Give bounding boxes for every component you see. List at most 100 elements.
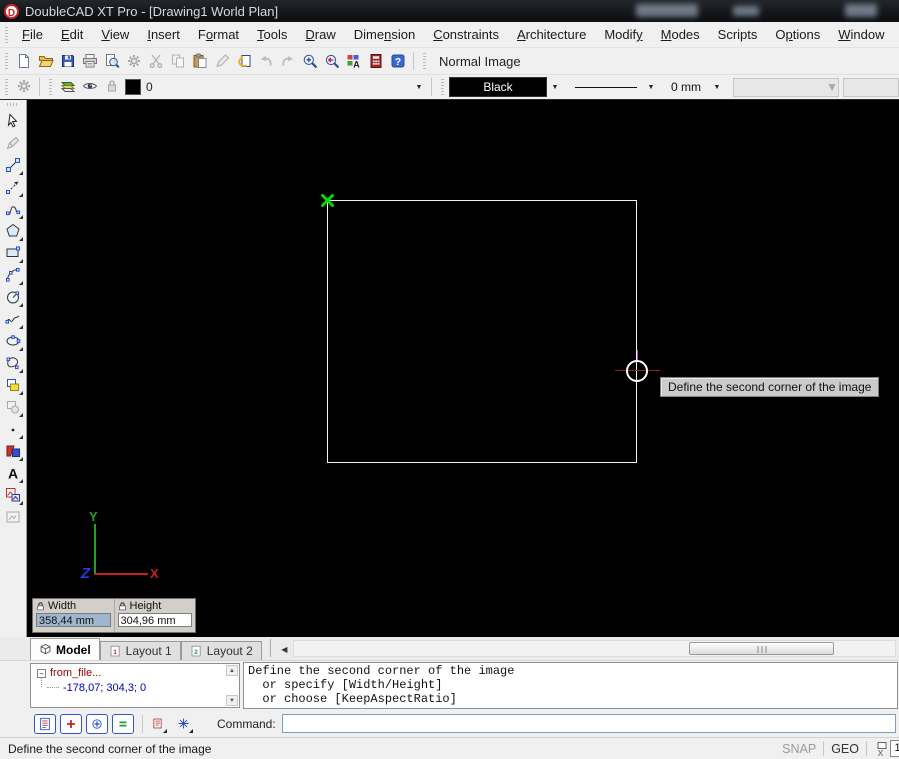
tree-root-row[interactable]: − from_file... (37, 667, 239, 679)
tree-child-row[interactable]: -178,07; 304,3; 0 (37, 682, 239, 694)
menu-item-insert[interactable]: Insert (138, 23, 189, 46)
layer-visibility-button[interactable] (79, 76, 101, 98)
sheet-tab-bar: Model1Layout 12Layout 2 ◀ (0, 637, 899, 661)
scrollbar-thumb[interactable] (689, 642, 834, 655)
snap-toggle[interactable]: SNAP (782, 742, 816, 756)
flyout-corner-icon (19, 281, 23, 285)
insert-image-tool-button[interactable] (2, 484, 24, 506)
pen-color-combo[interactable]: Black ▼ (449, 77, 563, 98)
drawing-canvas[interactable]: Define the second corner of the image Y … (27, 100, 899, 637)
height-input[interactable]: 304,96 mm (118, 613, 193, 627)
geo-toggle[interactable]: GEO (831, 742, 859, 756)
prompt-menu-button[interactable] (147, 714, 167, 734)
rectangle-tool-button[interactable] (2, 242, 24, 264)
lock-icon[interactable] (118, 602, 127, 611)
new-document-icon (16, 53, 32, 69)
menu-item-options[interactable]: Options (766, 23, 829, 46)
layers-button[interactable] (57, 76, 79, 98)
history-list-button[interactable] (34, 714, 56, 734)
app-logo-icon[interactable]: D (4, 4, 19, 19)
calculator-button[interactable] (365, 50, 387, 72)
chevron-down-icon[interactable]: ▼ (709, 78, 725, 97)
tab-layout-1[interactable]: 1Layout 1 (100, 641, 181, 660)
help-button[interactable]: ? (387, 50, 409, 72)
cursor-tooltip: Define the second corner of the image (660, 377, 879, 397)
tab-model[interactable]: Model (30, 638, 100, 660)
menu-item-help[interactable]: Help (893, 23, 899, 46)
closed-spline-tool-button[interactable] (2, 352, 24, 374)
save-button[interactable] (57, 50, 79, 72)
menu-item-edit[interactable]: Edit (52, 23, 92, 46)
menu-item-window[interactable]: Window (829, 23, 893, 46)
line-style-combo[interactable]: ▼ (569, 77, 659, 98)
menu-item-tools[interactable]: Tools (248, 23, 296, 46)
zoom-window-button[interactable] (299, 50, 321, 72)
open-file-button[interactable] (35, 50, 57, 72)
command-input[interactable] (282, 714, 896, 733)
hatch-tool-button[interactable] (2, 440, 24, 462)
tree-connector (47, 687, 59, 689)
lock-icon[interactable] (36, 602, 45, 611)
chevron-down-icon[interactable]: ▼ (547, 78, 563, 97)
tree-child-label[interactable]: -178,07; 304,3; 0 (63, 682, 146, 694)
svg-text:A: A (353, 60, 360, 70)
menu-item-architecture[interactable]: Architecture (508, 23, 595, 46)
chevron-down-icon: ▼ (826, 80, 838, 94)
circle-tool-button[interactable] (2, 286, 24, 308)
width-input[interactable]: 358,44 mm (36, 613, 111, 627)
menu-item-modes[interactable]: Modes (652, 23, 709, 46)
prompt-line: or specify [Width/Height] (248, 678, 893, 692)
menu-item-modify[interactable]: Modify (595, 23, 651, 46)
menu-item-view[interactable]: View (92, 23, 138, 46)
copy-entities-tool-button[interactable] (2, 374, 24, 396)
polyline-tool-button[interactable] (2, 176, 24, 198)
flyout-corner-icon (19, 501, 23, 505)
line-tool-button[interactable] (2, 154, 24, 176)
flyout-corner-icon (163, 729, 167, 733)
print-button[interactable] (79, 50, 101, 72)
menu-item-scripts[interactable]: Scripts (709, 23, 767, 46)
insert-point-button[interactable] (86, 714, 108, 734)
add-red-plus-button[interactable] (60, 714, 82, 734)
chevron-down-icon[interactable]: ▼ (411, 78, 427, 97)
menu-item-dimension[interactable]: Dimension (345, 23, 424, 46)
equals-button[interactable] (112, 714, 134, 734)
tree-root-label[interactable]: from_file... (50, 667, 101, 679)
text-tool-button[interactable]: A (2, 462, 24, 484)
command-history-tree[interactable]: − from_file... -178,07; 304,3; 0 ▲ ▼ (30, 663, 240, 708)
toolbar-grip (5, 53, 8, 69)
point-tool-button[interactable] (2, 418, 24, 440)
style-palette-button[interactable]: A (343, 50, 365, 72)
arc-tool-button[interactable] (2, 264, 24, 286)
tree-scroll-down-button[interactable]: ▼ (226, 695, 238, 706)
zoom-previous-button[interactable] (321, 50, 343, 72)
menu-item-format[interactable]: Format (189, 23, 248, 46)
line-width-combo[interactable]: 0 mm ▼ (663, 77, 725, 98)
chevron-down-icon[interactable]: ▼ (643, 78, 659, 97)
menu-item-file[interactable]: File (13, 23, 52, 46)
paste-button[interactable] (189, 50, 211, 72)
drawing-toolbar: A (0, 100, 27, 637)
zoom-window-icon (302, 53, 318, 69)
ellipse-tool-button[interactable] (2, 330, 24, 352)
new-document-button[interactable] (13, 50, 35, 72)
cut-icon (148, 53, 164, 69)
snap-star-button[interactable] (173, 714, 193, 734)
menu-item-constraints[interactable]: Constraints (424, 23, 508, 46)
polygon-tool-button[interactable] (2, 220, 24, 242)
coordinate-fields-icon[interactable]: X (874, 741, 890, 757)
tab-layout-2[interactable]: 2Layout 2 (181, 641, 262, 660)
flyout-corner-icon (189, 729, 193, 733)
select-tool-button[interactable] (2, 110, 24, 132)
layer-combo[interactable]: 0 ▼ (123, 77, 427, 98)
status-message: Define the second corner of the image (8, 742, 782, 756)
tab-scroll-left-button[interactable]: ◀ (277, 641, 292, 657)
sketch-tool-button[interactable] (2, 308, 24, 330)
horizontal-scrollbar[interactable] (293, 640, 896, 657)
menu-item-draw[interactable]: Draw (296, 23, 344, 46)
print-preview-button[interactable] (101, 50, 123, 72)
add-red-plus-icon (64, 717, 78, 731)
tree-scroll-up-button[interactable]: ▲ (226, 665, 238, 676)
spline-tool-button[interactable] (2, 198, 24, 220)
undo-view-button[interactable] (233, 50, 255, 72)
